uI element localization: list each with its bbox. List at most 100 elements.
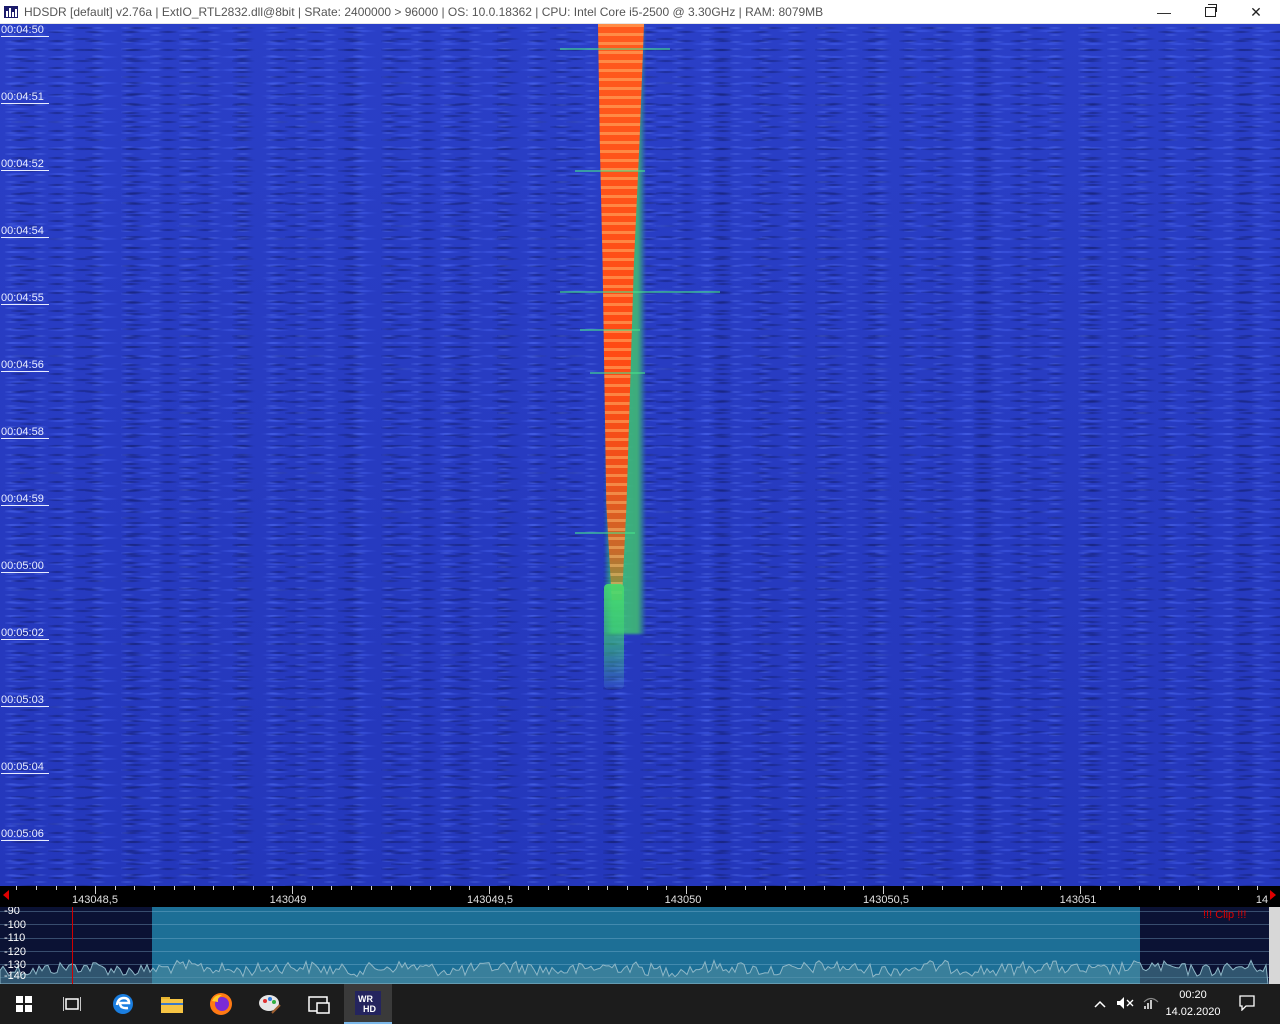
task-view-icon[interactable] (48, 984, 96, 1024)
db-label: -100 (4, 919, 27, 931)
frequency-tick (725, 886, 726, 890)
frequency-tick (785, 886, 786, 890)
frequency-tick (1041, 886, 1042, 890)
frequency-tick (95, 886, 96, 894)
paint-icon[interactable] (246, 984, 294, 1024)
time-label: 00:04:58 (1, 426, 49, 439)
frequency-tick (430, 886, 431, 890)
taskbar: WR HD 00:20 14.02.2020 (0, 984, 1280, 1024)
frequency-tick (1198, 886, 1199, 890)
frequency-tick (844, 886, 845, 890)
clip-warning: !!! Clip !!! (1203, 909, 1247, 921)
frequency-tick (16, 886, 17, 890)
frequency-tick (647, 886, 648, 890)
time-label: 00:05:03 (1, 694, 49, 707)
frequency-tick (115, 886, 116, 890)
frequency-tick (509, 886, 510, 890)
frequency-tick (903, 886, 904, 890)
minimize-button[interactable]: — (1141, 0, 1187, 24)
frequency-tick (607, 886, 608, 890)
windows-start-icon[interactable] (0, 984, 48, 1024)
time-label: 00:05:06 (1, 828, 49, 841)
frequency-tick (922, 886, 923, 890)
time-label: 00:05:02 (1, 627, 49, 640)
clock-time[interactable]: 00:20 (1168, 989, 1218, 1001)
show-hidden-icons-icon[interactable] (1094, 996, 1106, 1011)
frequency-tick (351, 886, 352, 890)
frequency-tick (253, 886, 254, 890)
frequency-tick (469, 886, 470, 890)
frequency-label: 143048,5 (72, 894, 118, 906)
spectrum-scrollbar[interactable] (1269, 907, 1280, 984)
file-explorer-icon[interactable] (148, 984, 196, 1024)
frequency-tick (1257, 886, 1258, 890)
time-label: 00:04:51 (1, 91, 49, 104)
hdsdr-icon[interactable]: WR HD (344, 984, 392, 1024)
scroll-left-arrow-icon[interactable] (3, 890, 9, 900)
frequency-tick (154, 886, 155, 890)
signal-trace (594, 24, 658, 689)
frequency-tick (1238, 886, 1239, 890)
waterfall-display[interactable]: 00:04:50 00:04:51 00:04:52 00:04:54 00:0… (0, 24, 1280, 886)
time-label: 00:05:04 (1, 761, 49, 774)
close-button[interactable]: ✕ (1233, 0, 1279, 24)
network-icon[interactable] (1143, 996, 1159, 1013)
minimize-icon: — (1157, 4, 1171, 20)
frequency-tick (883, 886, 884, 894)
firefox-icon[interactable] (197, 984, 245, 1024)
frequency-tick (312, 886, 313, 890)
hdsdr-app-icon (4, 5, 18, 18)
frequency-tick (391, 886, 392, 890)
frequency-tick (1159, 886, 1160, 890)
frequency-tick (1119, 886, 1120, 890)
tuning-marker[interactable] (72, 907, 73, 984)
frequency-tick (75, 886, 76, 890)
frequency-tick (1021, 886, 1022, 890)
title-bar: HDSDR [default] v2.76a | ExtIO_RTL2832.d… (0, 0, 1280, 24)
window-title: HDSDR [default] v2.76a | ExtIO_RTL2832.d… (24, 4, 824, 19)
time-label: 00:04:56 (1, 359, 49, 372)
frequency-scale[interactable]: 143048,5 143049 143049,5 143050 143050,5… (0, 886, 1280, 907)
notifications-icon[interactable] (1239, 995, 1255, 1014)
app-icon[interactable] (295, 984, 343, 1024)
edge-icon[interactable] (99, 984, 147, 1024)
frequency-tick (36, 886, 37, 890)
frequency-tick (272, 886, 273, 890)
frequency-tick (962, 886, 963, 890)
frequency-tick (942, 886, 943, 890)
scroll-right-arrow-icon[interactable] (1270, 890, 1276, 900)
spectrum-display[interactable]: -90 -100 -110 -120 -130 -140 !!! Clip !!… (0, 907, 1280, 984)
frequency-tick (528, 886, 529, 890)
frequency-tick (824, 886, 825, 890)
frequency-tick (134, 886, 135, 890)
frequency-tick (1001, 886, 1002, 890)
time-label: 00:04:59 (1, 493, 49, 506)
frequency-tick (863, 886, 864, 890)
frequency-tick (804, 886, 805, 890)
frequency-tick (371, 886, 372, 890)
frequency-tick (56, 886, 57, 890)
frequency-tick (292, 886, 293, 894)
volume-muted-icon[interactable] (1116, 996, 1134, 1013)
db-label: -140 (4, 970, 27, 982)
frequency-tick (548, 886, 549, 890)
restore-icon (1204, 4, 1217, 17)
spectrum-trace (0, 958, 1269, 984)
frequency-tick (1139, 886, 1140, 890)
db-label: -120 (4, 946, 27, 958)
frequency-tick (588, 886, 589, 890)
frequency-tick (1218, 886, 1219, 890)
frequency-tick (1060, 886, 1061, 890)
frequency-tick (1179, 886, 1180, 890)
time-label: 00:04:55 (1, 292, 49, 305)
restore-button[interactable] (1187, 0, 1233, 24)
db-label: -110 (4, 932, 26, 944)
frequency-tick (213, 886, 214, 890)
frequency-tick (765, 886, 766, 890)
frequency-tick (450, 886, 451, 890)
clock-date[interactable]: 14.02.2020 (1162, 1006, 1224, 1018)
frequency-tick (1080, 886, 1081, 894)
frequency-tick (627, 886, 628, 890)
time-label: 00:04:50 (1, 24, 49, 37)
frequency-label: 143050,5 (863, 894, 909, 906)
